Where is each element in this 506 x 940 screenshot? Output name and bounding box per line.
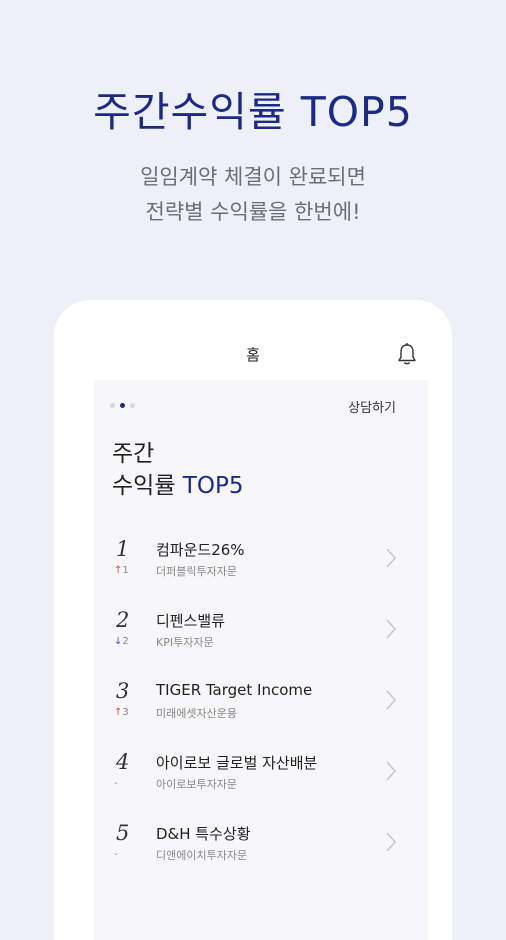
chevron-right-icon[interactable] xyxy=(384,760,398,782)
page-dot[interactable] xyxy=(130,403,135,408)
ranking-row[interactable]: 3 ↑3 TIGER Target Income 미래에셋자산운용 xyxy=(94,677,428,748)
page-dot-active[interactable] xyxy=(120,403,125,408)
rank-change: ↓2 xyxy=(114,636,129,647)
page-indicator[interactable] xyxy=(110,403,135,408)
manager-name: KPI투자자문 xyxy=(156,636,214,649)
rank-change: - xyxy=(114,849,118,860)
rank-change-value: 1 xyxy=(122,565,129,576)
chevron-right-icon[interactable] xyxy=(384,831,398,853)
bell-icon[interactable] xyxy=(396,342,418,366)
rank-change: ↑1 xyxy=(114,565,129,576)
section-title-line1: 주간 xyxy=(112,441,155,467)
rank-number: 1 xyxy=(116,537,130,561)
chevron-right-icon[interactable] xyxy=(384,689,398,711)
section-title-accent: TOP5 xyxy=(182,473,244,499)
rank-change-value: - xyxy=(114,778,118,789)
chevron-right-icon[interactable] xyxy=(384,547,398,569)
ranking-row[interactable]: 2 ↓2 디펜스밸류 KPI투자자문 xyxy=(94,606,428,677)
rank-number: 5 xyxy=(116,821,130,845)
rank-change-value: 3 xyxy=(122,707,129,718)
hero-subtitle-line1: 일임계약 체결이 완료되면 xyxy=(140,165,366,189)
ranking-row[interactable]: 5 - D&H 특수상황 디앤에이치투자자문 xyxy=(94,819,428,890)
weekly-top5-card: 상담하기 주간 수익률 TOP5 1 ↑1 컴파운드26% 더퍼블릭투자자문 2… xyxy=(94,380,428,940)
ranking-row[interactable]: 1 ↑1 컴파운드26% 더퍼블릭투자자문 xyxy=(94,535,428,606)
hero-title: 주간수익률 TOP5 xyxy=(93,88,413,136)
section-title: 주간 수익률 TOP5 xyxy=(112,438,243,502)
rank-change-value: 2 xyxy=(122,636,129,647)
section-title-line2: 수익률 TOP5 xyxy=(112,470,243,502)
section-title-prefix: 수익률 xyxy=(112,473,183,499)
hero-subtitle-line2: 전략별 수익률을 한번에! xyxy=(145,200,361,224)
rank-change-value: - xyxy=(114,849,118,860)
strategy-name: 컴파운드26% xyxy=(156,541,245,559)
phone-screen: 홈 상담하기 주간 수익률 TOP5 1 ↑1 컴파운드26% 더퍼블릭투자자문 xyxy=(54,300,452,940)
rank-number: 4 xyxy=(116,750,130,774)
rank-number: 3 xyxy=(116,679,130,703)
consult-button[interactable]: 상담하기 xyxy=(348,397,396,416)
rank-change: - xyxy=(114,778,118,789)
ranking-list: 1 ↑1 컴파운드26% 더퍼블릭투자자문 2 ↓2 디펜스밸류 KPI투자자문… xyxy=(94,535,428,890)
ranking-row[interactable]: 4 - 아이로보 글로벌 자산배분 아이로보투자자문 xyxy=(94,748,428,819)
strategy-name: D&H 특수상황 xyxy=(156,825,251,843)
strategy-name: 아이로보 글로벌 자산배분 xyxy=(156,754,318,772)
manager-name: 디앤에이치투자자문 xyxy=(156,849,248,862)
rank-change: ↑3 xyxy=(114,707,129,718)
page-title: 홈 xyxy=(246,346,260,364)
strategy-name: 디펜스밸류 xyxy=(156,612,226,630)
manager-name: 더퍼블릭투자자문 xyxy=(156,565,237,578)
strategy-name: TIGER Target Income xyxy=(156,681,313,699)
hero-subtitle: 일임계약 체결이 완료되면 전략별 수익률을 한번에! xyxy=(0,160,506,230)
manager-name: 미래에셋자산운용 xyxy=(156,707,237,720)
rank-number: 2 xyxy=(116,608,130,632)
manager-name: 아이로보투자자문 xyxy=(156,778,237,791)
chevron-right-icon[interactable] xyxy=(384,618,398,640)
page-dot[interactable] xyxy=(110,403,115,408)
